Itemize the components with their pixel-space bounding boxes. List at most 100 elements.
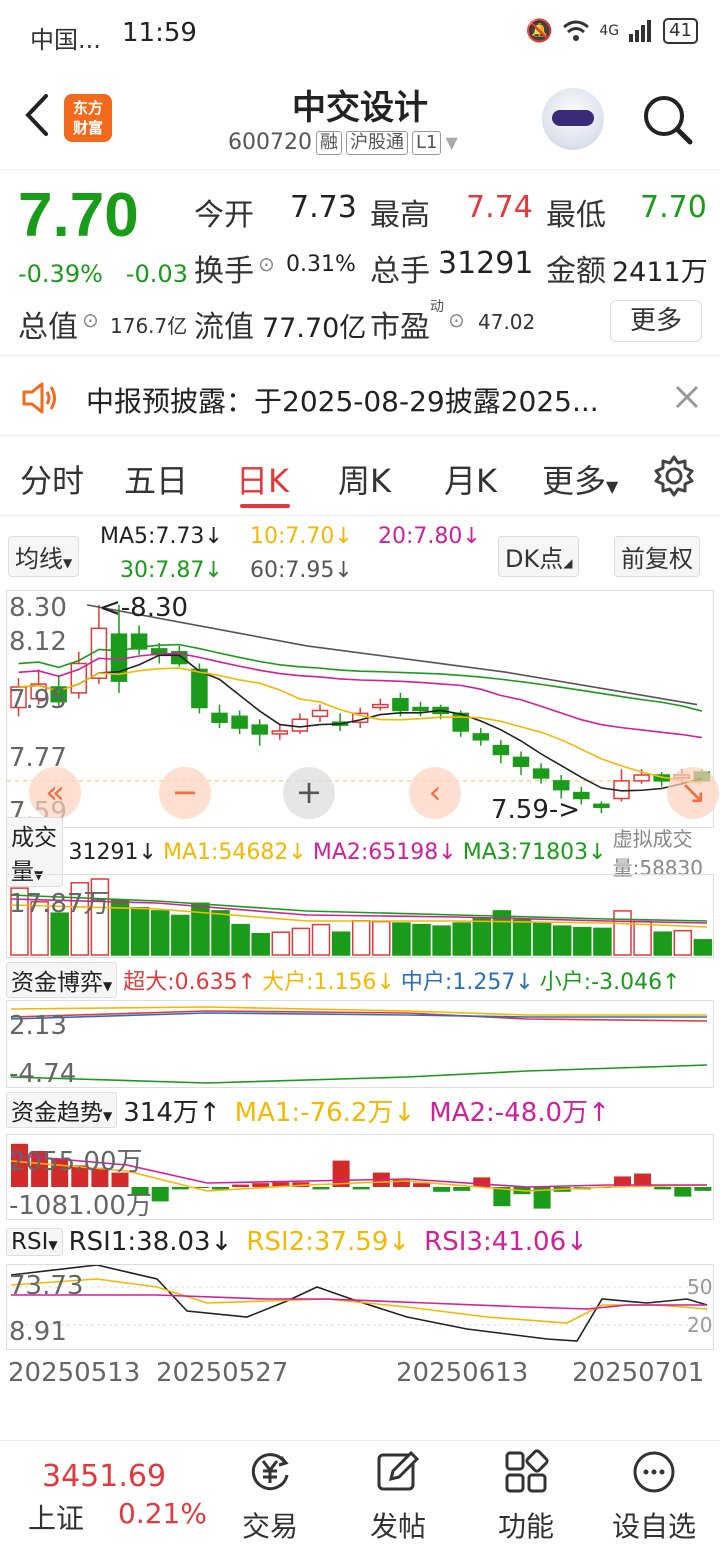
close-icon[interactable] bbox=[672, 382, 702, 412]
trade-button[interactable]: 交易 bbox=[220, 1449, 320, 1545]
fund-trend-axis-bottom: -1081.00万 bbox=[9, 1191, 152, 1221]
tag-level: L1 bbox=[411, 130, 442, 155]
volume-bar bbox=[211, 910, 230, 956]
small-value: 小户:-3.046↑ bbox=[539, 970, 681, 995]
volume-bar bbox=[311, 923, 331, 956]
volume-bar bbox=[512, 919, 532, 956]
kline-panel[interactable]: 8.30 8.12 7.95 7.77 7.59 <-8.30 7.59-> «… bbox=[6, 590, 719, 828]
volume-bar bbox=[392, 922, 411, 956]
candle-body bbox=[251, 724, 268, 735]
functions-button[interactable]: 功能 bbox=[476, 1449, 576, 1545]
tab-more[interactable]: 更多▼ bbox=[542, 456, 618, 502]
high-label: 最高 bbox=[370, 198, 430, 233]
fund-game-panel[interactable]: 2.13 -4.74 bbox=[6, 1000, 714, 1089]
dk-point-selector[interactable]: DK点◢ bbox=[498, 536, 580, 577]
turnover-label: 换手 bbox=[194, 254, 254, 289]
fund-trend-axis-top: 2055.00万 bbox=[9, 1147, 143, 1177]
gear-icon[interactable] bbox=[652, 454, 696, 498]
wifi-icon bbox=[563, 20, 590, 41]
volume-axis: 17.87万 bbox=[9, 889, 110, 919]
ma-selector[interactable]: 均线▼ bbox=[8, 536, 80, 577]
tab-five-day[interactable]: 五日 bbox=[124, 456, 188, 502]
quote-panel: 7.70 -0.39% -0.03 今开 7.73 最高 7.74 最低 7.7… bbox=[0, 172, 720, 356]
date-label: 20250527 bbox=[156, 1358, 289, 1388]
ma60-value: 60:7.95↓ bbox=[250, 558, 353, 583]
index-ticker[interactable]: 3451.69 上证 0.21% bbox=[0, 1441, 220, 1560]
stock-code-line[interactable]: 600720 融 沪股通 L1 ▼ bbox=[228, 130, 458, 155]
volume-bar bbox=[653, 931, 672, 956]
stock-name: 中交设计 bbox=[292, 88, 428, 128]
tab-daily-k[interactable]: 日K bbox=[236, 456, 289, 502]
volume-bar bbox=[633, 920, 652, 956]
fund-trend-selector[interactable]: 资金趋势▼ bbox=[6, 1092, 118, 1128]
stock-code: 600720 bbox=[228, 130, 312, 155]
clock: 11:59 bbox=[122, 18, 197, 48]
fund-game-chart bbox=[10, 1006, 708, 1084]
tab-weekly-k[interactable]: 周K bbox=[338, 456, 391, 502]
volume-bar bbox=[251, 932, 270, 956]
fund-trend-bar bbox=[151, 1187, 169, 1202]
dropdown-triangle-icon: ▼ bbox=[606, 477, 619, 496]
search-icon[interactable] bbox=[640, 92, 696, 148]
info-dots-icon[interactable]: ⊙ bbox=[82, 308, 99, 332]
volume-panel[interactable]: 17.87万 bbox=[6, 874, 714, 958]
carrier-name: 中国... bbox=[30, 26, 101, 54]
scroll-left-button[interactable]: ‹ bbox=[409, 767, 461, 819]
candle-body bbox=[311, 709, 329, 718]
fund-trend-bar bbox=[694, 1187, 712, 1191]
volume-bar bbox=[171, 914, 190, 956]
super-large-value: 超大:0.635↑ bbox=[123, 970, 257, 995]
fund-trend-bar bbox=[312, 1187, 330, 1190]
active-tab-indicator bbox=[240, 504, 290, 508]
fund-trend-bar bbox=[433, 1187, 451, 1192]
rsi-level-50: 50 bbox=[687, 1275, 713, 1299]
tab-intraday[interactable]: 分时 bbox=[20, 456, 84, 502]
rsi-chart bbox=[7, 1265, 713, 1342]
tab-monthly-k[interactable]: 月K bbox=[444, 456, 497, 502]
fund-game-legend: 资金博弈▼ 超大:0.635↑ 大户:1.156↓ 中户:1.257↓ 小户:-… bbox=[6, 962, 714, 998]
rsi-panel[interactable]: 73.73 8.91 50 20 bbox=[6, 1264, 714, 1350]
candle-body bbox=[271, 730, 289, 735]
medium-value: 中户:1.257↓ bbox=[400, 970, 534, 995]
fund-game-selector[interactable]: 资金博弈▼ bbox=[6, 962, 118, 998]
rsi-level-20: 20 bbox=[687, 1313, 713, 1337]
pe-superscript: 动 bbox=[430, 299, 444, 315]
fund-trend-panel[interactable]: 2055.00万 -1081.00万 bbox=[6, 1134, 714, 1221]
fund-trend-bar bbox=[654, 1187, 672, 1190]
info-dots-icon[interactable]: ⊙ bbox=[448, 308, 465, 332]
tag-connect: 沪股通 bbox=[345, 130, 408, 155]
edit-icon bbox=[377, 1450, 420, 1491]
post-button[interactable]: 发帖 bbox=[348, 1449, 448, 1545]
adjust-selector[interactable]: 前复权 bbox=[614, 536, 700, 577]
zoom-in-button[interactable]: + bbox=[283, 767, 335, 819]
fund-game-axis-top: 2.13 bbox=[9, 1011, 67, 1041]
kline-axis-2: 8.12 bbox=[9, 627, 67, 657]
volume-bar bbox=[573, 926, 592, 956]
float-label: 流值 bbox=[194, 310, 254, 345]
ai-assistant-avatar[interactable] bbox=[542, 88, 604, 150]
tag-margin: 融 bbox=[315, 130, 342, 155]
candle-body bbox=[231, 715, 248, 729]
functions-label: 功能 bbox=[497, 1510, 554, 1543]
date-label: 20250513 bbox=[8, 1358, 141, 1388]
volume-legend: 成交量▼ 31291↓ MA1:54682↓ MA2:65198↓ MA3:71… bbox=[6, 817, 714, 887]
rsi1-value: RSI1:38.03↓ bbox=[68, 1227, 233, 1257]
signal-icon bbox=[629, 20, 652, 42]
notice-bar[interactable]: 中报预披露：于2025-08-29披露2025... bbox=[0, 360, 720, 436]
bottom-toolbar: 3451.69 上证 0.21% 交易 发帖 功能 设自选 bbox=[0, 1440, 720, 1560]
watchlist-button[interactable]: 设自选 bbox=[604, 1449, 704, 1545]
scroll-left-fast-button[interactable]: « bbox=[29, 767, 81, 819]
fund-trend-bar bbox=[232, 1184, 250, 1187]
volume-chart bbox=[10, 878, 713, 956]
zoom-out-button[interactable]: − bbox=[159, 767, 211, 819]
candle-body bbox=[372, 703, 389, 709]
rsi-selector[interactable]: RSI▼ bbox=[6, 1228, 63, 1256]
info-dots-icon[interactable]: ⊙ bbox=[258, 252, 275, 276]
mktcap-value: 176.7亿 bbox=[110, 314, 188, 338]
expand-chart-button[interactable]: ↘ bbox=[667, 767, 719, 819]
more-button[interactable]: 更多 bbox=[610, 300, 702, 342]
low-marker: 7.59-> bbox=[491, 795, 581, 825]
high-value: 7.74 bbox=[466, 190, 533, 225]
candle-body bbox=[512, 756, 530, 767]
chart-tabs: 分时 五日 日K 周K 月K 更多▼ bbox=[0, 438, 720, 516]
